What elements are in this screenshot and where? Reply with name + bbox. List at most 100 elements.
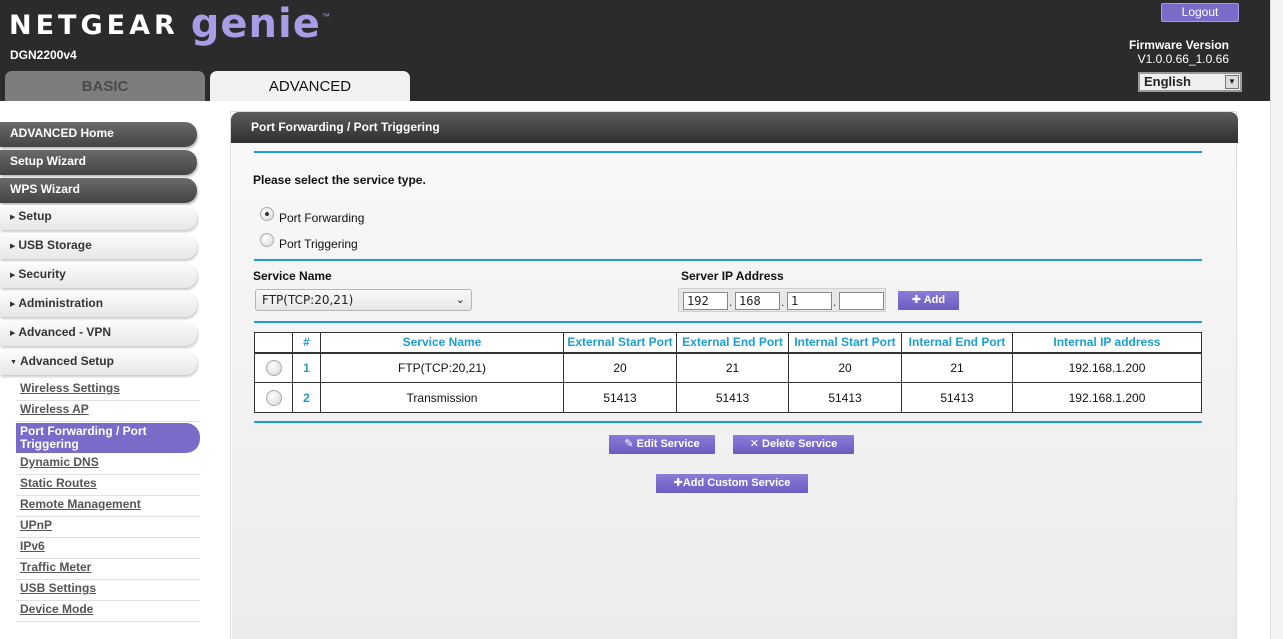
service-table: # Service Name External Start Port Exter… bbox=[254, 332, 1202, 413]
table-row: 2 Transmission 51413 51413 51413 51413 1… bbox=[254, 382, 1202, 413]
row-ext-start: 20 bbox=[563, 352, 677, 383]
divider bbox=[254, 321, 1202, 323]
sidebar-section-label: Setup bbox=[18, 209, 52, 223]
sidebar-section-label: Advanced - VPN bbox=[18, 325, 112, 339]
row-int-ip: 192.168.1.200 bbox=[1012, 352, 1202, 383]
table-row: 1 FTP(TCP:20,21) 20 21 20 21 192.168.1.2… bbox=[254, 352, 1202, 383]
sidebar-section-security[interactable]: ▶ Security bbox=[0, 263, 197, 288]
sidebar-section-setup[interactable]: ▶ Setup bbox=[0, 205, 197, 230]
col-ext-start: External Start Port bbox=[563, 332, 677, 354]
logout-button[interactable]: Logout bbox=[1161, 3, 1239, 22]
server-ip-label: Server IP Address bbox=[681, 269, 784, 283]
scrollbar[interactable] bbox=[1270, 0, 1283, 639]
language-select[interactable]: English ▼ bbox=[1138, 72, 1242, 92]
sidebar: ADVANCED Home Setup Wizard WPS Wizard ▶ S… bbox=[0, 101, 230, 639]
expand-arrow-icon: ▶ bbox=[10, 272, 16, 279]
sidebar-section-label: Advanced Setup bbox=[19, 354, 114, 368]
sidebar-item-setup-wizard[interactable]: Setup Wizard bbox=[0, 150, 197, 175]
row-ext-end: 51413 bbox=[676, 382, 789, 413]
ip-octet-4[interactable] bbox=[839, 292, 884, 310]
expand-arrow-icon: ▶ bbox=[10, 214, 16, 221]
top-header: NETGEAR genie ™ DGN2200v4 BASIC ADVANCED… bbox=[0, 0, 1270, 101]
server-ip-group: 192 . 168 . 1 . bbox=[678, 288, 886, 312]
col-select bbox=[254, 332, 293, 354]
service-type-prompt: Please select the service type. bbox=[253, 173, 426, 187]
service-name-label: Service Name bbox=[253, 269, 332, 283]
tab-advanced[interactable]: ADVANCED bbox=[210, 71, 410, 101]
row-int-end: 51413 bbox=[901, 382, 1013, 413]
service-name-select[interactable]: FTP(TCP:20,21) ⌄ bbox=[255, 289, 472, 311]
sidebar-link-static-routes[interactable]: Static Routes bbox=[16, 475, 200, 496]
model-name: DGN2200v4 bbox=[10, 48, 77, 62]
brand-text: NETGEAR bbox=[9, 10, 179, 41]
col-int-start: Internal Start Port bbox=[788, 332, 902, 354]
row-ext-start: 51413 bbox=[563, 382, 677, 413]
sidebar-link-dynamic-dns[interactable]: Dynamic DNS bbox=[16, 454, 200, 475]
add-button[interactable]: ✚ Add bbox=[898, 291, 959, 310]
sidebar-link-remote-management[interactable]: Remote Management bbox=[16, 496, 200, 517]
dropdown-arrow-icon[interactable]: ▼ bbox=[1225, 75, 1239, 89]
firmware-label: Firmware Version bbox=[1128, 38, 1229, 52]
row-int-ip: 192.168.1.200 bbox=[1012, 382, 1202, 413]
plus-icon: ✚ bbox=[673, 477, 683, 489]
sidebar-link-device-mode[interactable]: Device Mode bbox=[16, 601, 200, 622]
sidebar-link-ipv6[interactable]: IPv6 bbox=[16, 538, 200, 559]
sidebar-section-label: USB Storage bbox=[18, 238, 92, 252]
row-select-cell bbox=[254, 382, 293, 413]
pencil-icon: ✎ bbox=[624, 438, 634, 450]
sidebar-link-traffic-meter[interactable]: Traffic Meter bbox=[16, 559, 200, 580]
page-title: Port Forwarding / Port Triggering bbox=[231, 112, 1238, 143]
sidebar-section-label: Security bbox=[18, 267, 66, 281]
sidebar-link-upnp[interactable]: UPnP bbox=[16, 517, 200, 538]
sidebar-item-wps-wizard[interactable]: WPS Wizard bbox=[0, 178, 197, 203]
trademark-mark: ™ bbox=[321, 12, 330, 21]
sidebar-section-administration[interactable]: ▶ Administration bbox=[0, 292, 197, 317]
delete-service-label: Delete Service bbox=[762, 438, 838, 450]
row-select-cell bbox=[254, 352, 293, 383]
col-int-ip: Internal IP address bbox=[1012, 332, 1202, 354]
main-panel: Port Forwarding / Port Triggering Please… bbox=[230, 111, 1238, 639]
sidebar-item-advanced-home[interactable]: ADVANCED Home bbox=[0, 122, 197, 147]
row-service-name: Transmission bbox=[320, 382, 564, 413]
expand-arrow-icon: ▶ bbox=[10, 243, 16, 250]
close-icon: ✕ bbox=[749, 438, 759, 450]
expand-arrow-icon: ▶ bbox=[10, 301, 16, 308]
edit-service-button[interactable]: ✎ Edit Service bbox=[609, 435, 715, 454]
sidebar-section-label: Administration bbox=[18, 296, 104, 310]
row-radio[interactable] bbox=[265, 360, 282, 377]
sidebar-section-usb-storage[interactable]: ▶ USB Storage bbox=[0, 234, 197, 259]
col-int-end: Internal End Port bbox=[901, 332, 1013, 354]
row-radio[interactable] bbox=[265, 390, 282, 406]
radio-port-triggering[interactable] bbox=[260, 233, 274, 247]
row-service-name: FTP(TCP:20,21) bbox=[320, 352, 564, 383]
row-int-end: 21 bbox=[901, 352, 1013, 383]
sidebar-link-port-forwarding[interactable]: Port Forwarding / Port Triggering bbox=[16, 423, 200, 453]
ip-octet-1[interactable]: 192 bbox=[683, 292, 728, 310]
add-label: Add bbox=[923, 294, 946, 306]
sidebar-link-wireless-ap[interactable]: Wireless AP bbox=[16, 401, 200, 422]
radio-port-forwarding[interactable] bbox=[260, 207, 274, 221]
row-ext-end: 21 bbox=[676, 352, 789, 383]
sidebar-section-advanced-vpn[interactable]: ▶ Advanced - VPN bbox=[0, 321, 197, 346]
service-name-value: FTP(TCP:20,21) bbox=[262, 293, 354, 307]
row-number: 2 bbox=[292, 382, 321, 413]
radio-port-triggering-label: Port Triggering bbox=[279, 237, 358, 251]
divider bbox=[254, 421, 1202, 423]
ip-separator: . bbox=[729, 295, 733, 309]
divider bbox=[254, 151, 1202, 153]
add-custom-service-button[interactable]: ✚Add Custom Service bbox=[656, 474, 808, 493]
table-header-row: # Service Name External Start Port Exter… bbox=[254, 332, 1202, 354]
radio-port-forwarding-label: Port Forwarding bbox=[279, 211, 365, 225]
panel-body: Please select the service type. Port For… bbox=[232, 143, 1236, 639]
col-service-name: Service Name bbox=[320, 332, 564, 354]
delete-service-button[interactable]: ✕ Delete Service bbox=[733, 435, 854, 454]
ip-octet-2[interactable]: 168 bbox=[735, 292, 780, 310]
sidebar-section-advanced-setup[interactable]: ▼ Advanced Setup bbox=[0, 350, 197, 375]
collapse-arrow-icon: ▼ bbox=[10, 359, 17, 366]
col-number: # bbox=[292, 332, 321, 354]
sidebar-link-usb-settings[interactable]: USB Settings bbox=[16, 580, 200, 601]
ip-octet-3[interactable]: 1 bbox=[787, 292, 832, 310]
tab-basic[interactable]: BASIC bbox=[5, 71, 205, 101]
language-value: English bbox=[1144, 74, 1191, 89]
sidebar-link-wireless-settings[interactable]: Wireless Settings bbox=[16, 380, 200, 401]
